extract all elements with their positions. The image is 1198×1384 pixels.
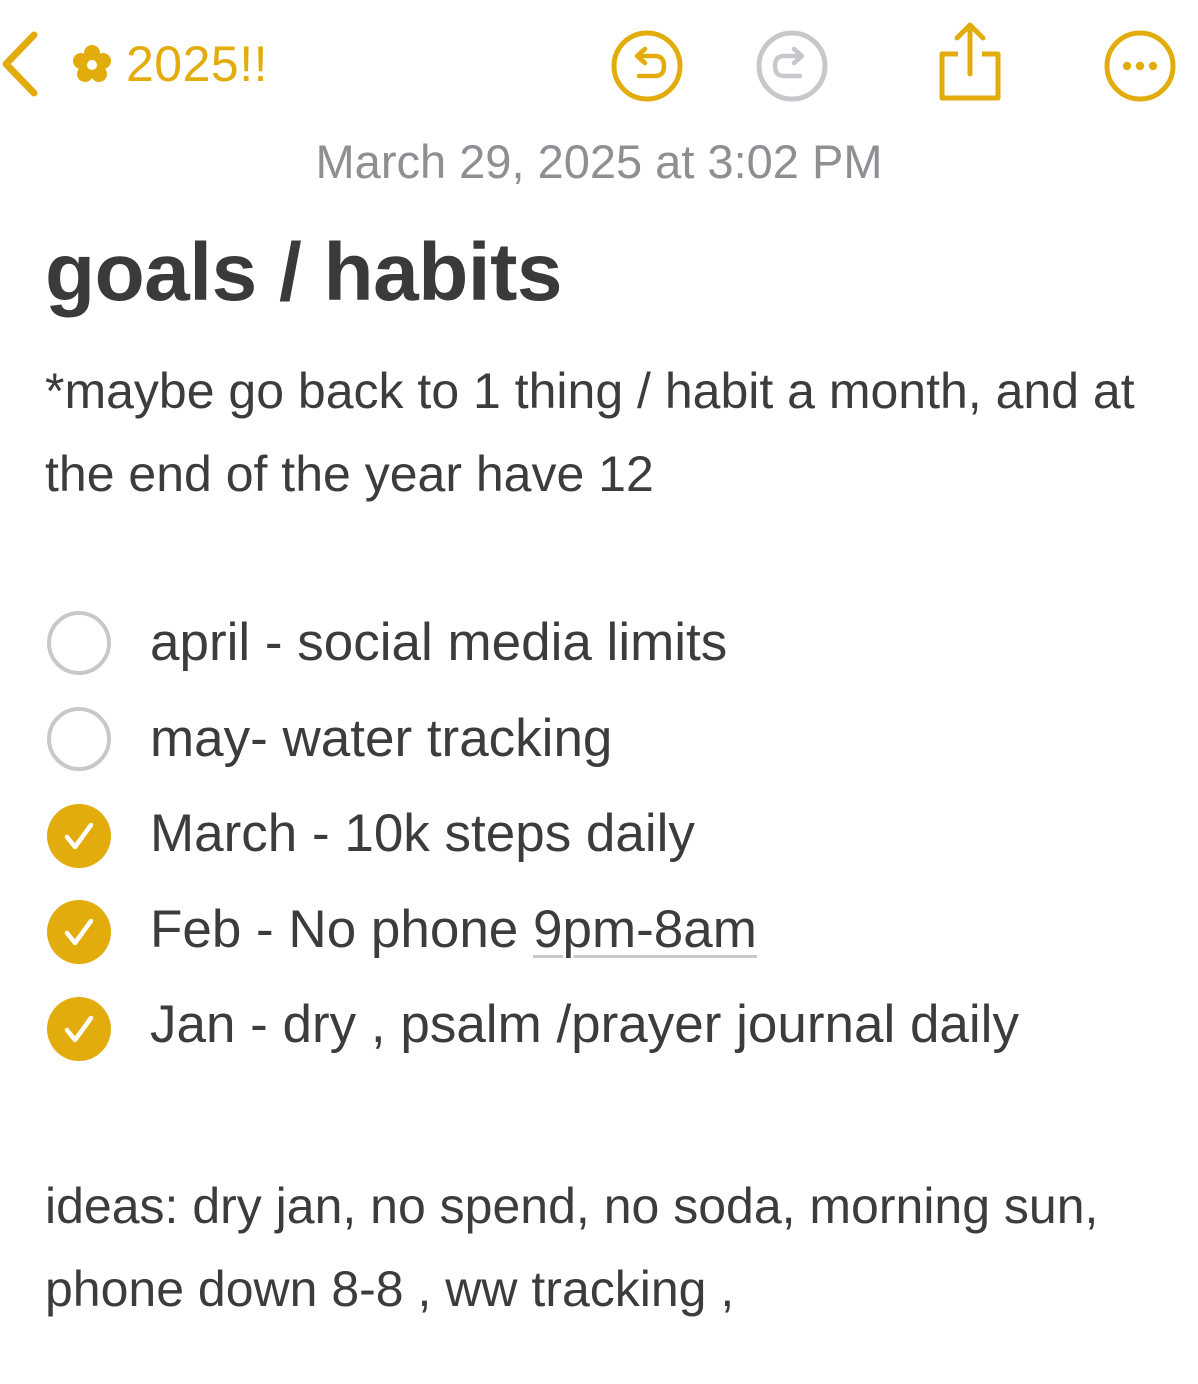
- checklist-item: Feb - No phone 9pm-8am: [0, 883, 1198, 979]
- note-title[interactable]: goals / habits: [45, 226, 563, 320]
- checkmark-icon: [46, 996, 112, 1062]
- checklist-item: Jan - dry , psalm /prayer journal daily: [0, 980, 1198, 1076]
- checklist-item-text[interactable]: Feb - No phone 9pm-8am: [150, 899, 757, 960]
- checkbox-checked[interactable]: [46, 996, 112, 1062]
- date-range-link[interactable]: 9pm-8am: [533, 900, 757, 959]
- note-timestamp: March 29, 2025 at 3:02 PM: [315, 135, 883, 188]
- ellipsis-icon: [1102, 28, 1178, 104]
- checklist-item-text[interactable]: april - social media limits: [150, 612, 727, 673]
- checklist-item-text[interactable]: Jan - dry , psalm /prayer journal daily: [150, 994, 1019, 1055]
- chevron-left-icon: [0, 29, 40, 99]
- flower-icon: [72, 44, 112, 84]
- redo-button[interactable]: [754, 28, 830, 104]
- undo-button[interactable]: [609, 28, 685, 104]
- checklist-item-text[interactable]: March - 10k steps daily: [150, 803, 695, 864]
- note-intro-text[interactable]: *maybe go back to 1 thing / habit a mont…: [45, 350, 1165, 516]
- back-label: 2025!!: [126, 36, 269, 92]
- checklist-item-text[interactable]: may- water tracking: [150, 708, 612, 769]
- share-icon: [928, 20, 1012, 104]
- undo-icon: [609, 28, 685, 104]
- checkbox-unchecked[interactable]: [46, 610, 112, 676]
- checkbox-unchecked[interactable]: [46, 706, 112, 772]
- checkmark-icon: [46, 899, 112, 965]
- checklist-item: april - social media limits: [0, 594, 1198, 690]
- checklist-item-text-prefix: Feb - No phone: [150, 900, 534, 959]
- checklist-item: may- water tracking: [0, 690, 1198, 786]
- checklist-item: March - 10k steps daily: [0, 787, 1198, 883]
- back-button[interactable]: 2025!!: [0, 22, 268, 106]
- checkmark-icon: [46, 803, 112, 869]
- checkbox-checked[interactable]: [46, 899, 112, 965]
- more-button[interactable]: [1102, 28, 1178, 104]
- toolbar: 2025!!: [0, 0, 1198, 130]
- note-ideas-text[interactable]: ideas: dry jan, no spend, no soda, morni…: [45, 1165, 1165, 1331]
- share-button[interactable]: [928, 20, 1012, 104]
- checkbox-checked[interactable]: [46, 803, 112, 869]
- redo-icon: [754, 28, 830, 104]
